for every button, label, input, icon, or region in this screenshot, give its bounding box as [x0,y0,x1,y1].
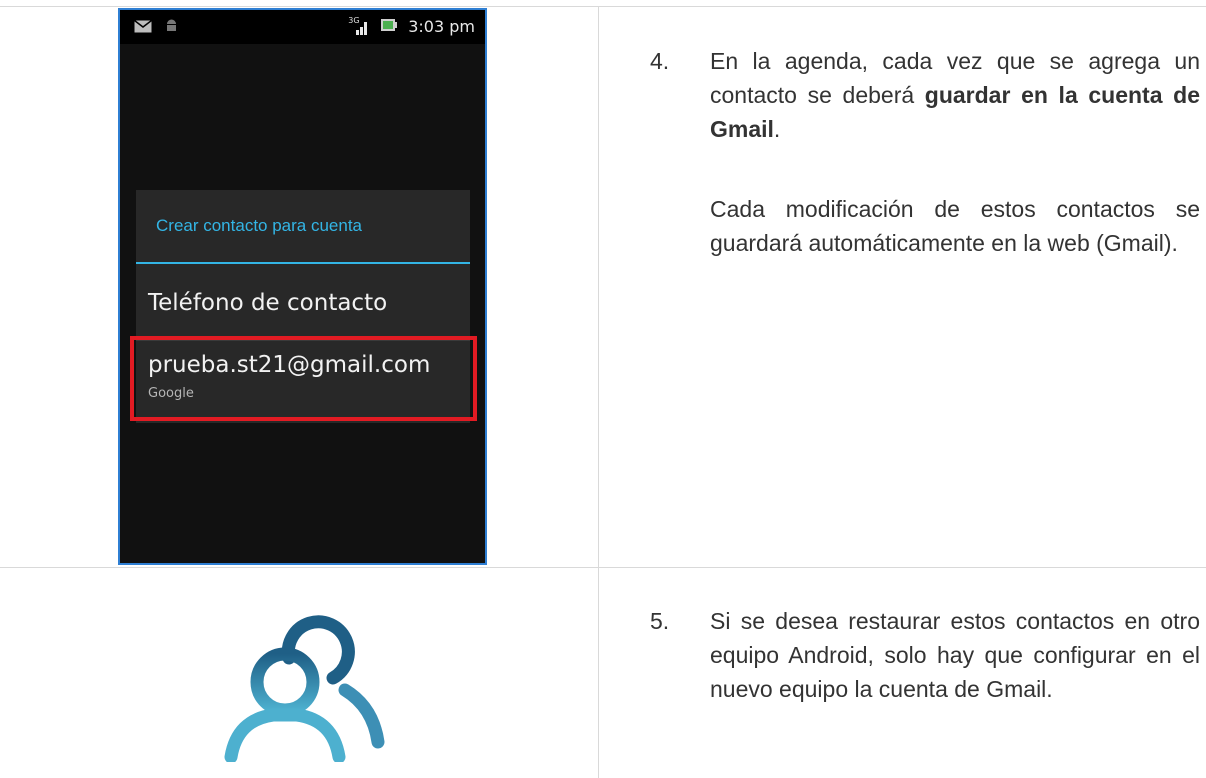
battery-icon [380,17,398,36]
table-column-divider [598,6,599,778]
phone-screen: Crear contacto para cuenta Teléfono de c… [120,44,485,563]
step-text: En la agenda, cada vez que se agrega un … [710,44,1200,146]
dialog-title: Crear contacto para cuenta [156,216,363,235]
option-phone-contact[interactable]: Teléfono de contacto [148,290,387,316]
android-icon [166,18,177,37]
table-border-middle [0,567,1206,568]
step-text-end: . [773,116,781,142]
step-number: 5. [650,608,670,634]
table-border-top [0,6,1206,7]
step-text: Si se desea restaurar estos contactos en… [710,608,1200,702]
status-bar: 3G 3:03 pm [120,10,485,44]
mail-icon [134,18,152,37]
contacts-icon [223,612,388,767]
step-number: 4. [650,48,670,74]
status-time: 3:03 pm [408,17,475,36]
dialog-title-divider [136,262,470,264]
phone-screenshot: 3G 3:03 pm Crear contacto para cuenta Te… [118,8,487,565]
step-paragraph-2: Cada modificación de estos contactos se … [710,196,1200,256]
highlight-box [130,336,477,421]
signal-icon: 3G [348,16,370,36]
